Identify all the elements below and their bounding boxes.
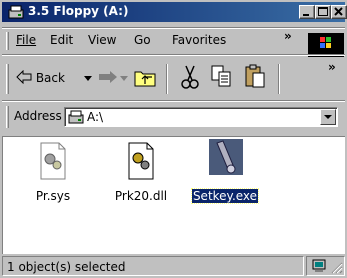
maximize-button[interactable]	[315, 5, 331, 19]
forward-arrow-icon[interactable]	[98, 70, 118, 84]
title-bar[interactable]: 3.5 Floppy (A:)	[2, 2, 347, 22]
back-button[interactable]: Back	[16, 69, 65, 85]
menu-file[interactable]: File	[16, 33, 36, 47]
maximize-icon	[318, 7, 328, 16]
address-value: A:\	[87, 110, 104, 124]
file-item-prk20-dll[interactable]: Prk20.dll	[103, 141, 179, 211]
minimize-icon	[303, 14, 309, 16]
system-file-icon	[40, 142, 66, 180]
menu-view[interactable]: View	[88, 33, 116, 47]
copy-icon[interactable]	[210, 64, 234, 90]
paste-icon[interactable]	[244, 64, 268, 90]
chevron-down-icon	[324, 115, 332, 119]
resize-grip-icon[interactable]	[331, 262, 343, 274]
address-input[interactable]: A:\	[64, 107, 338, 127]
menu-go-label: Go	[134, 33, 151, 47]
menu-bar: File Edit View Go Favorites »	[2, 29, 345, 57]
floppy-drive-icon	[8, 5, 24, 19]
file-name-text: Setkey.exe	[190, 188, 260, 204]
standard-toolbar: Back »	[2, 58, 345, 98]
floppy-drive-small-icon	[68, 110, 84, 124]
menu-view-label: View	[88, 33, 117, 47]
menu-divider-top	[2, 27, 345, 29]
file-name: Pr.sys	[15, 189, 91, 203]
menu-go[interactable]: Go	[134, 33, 151, 47]
menu-favorites[interactable]: Favorites	[172, 33, 226, 47]
menu-file-label: File	[16, 33, 37, 47]
file-item-pr-sys[interactable]: Pr.sys	[15, 141, 91, 211]
menu-grip[interactable]	[6, 32, 9, 50]
status-bar: 1 object(s) selected	[0, 254, 347, 278]
setkey-exe-icon	[209, 139, 243, 175]
explorer-window: 3.5 Floppy (A:) File Edit View Go Favori…	[0, 0, 347, 278]
minimize-button[interactable]	[299, 5, 315, 19]
file-item-setkey-exe[interactable]: Setkey.exe	[187, 139, 263, 211]
menu-favorites-label: Favorites	[172, 33, 227, 47]
status-zone-pane	[306, 256, 345, 276]
address-bar: Address A:\	[2, 104, 345, 130]
address-label: Address	[14, 109, 62, 123]
menu-edit-label: Edit	[50, 33, 74, 47]
toolbar-divider-top	[2, 54, 345, 56]
forward-dropdown-icon[interactable]	[120, 76, 128, 82]
cut-icon[interactable]	[178, 64, 202, 90]
toolbar-overflow-chevron[interactable]: »	[328, 60, 336, 74]
file-name: Prk20.dll	[103, 189, 179, 203]
back-dropdown-icon[interactable]	[84, 76, 92, 82]
address-divider-top	[2, 100, 345, 102]
back-arrow-icon	[16, 69, 32, 85]
file-list[interactable]: Pr.sys Prk20.dll Setkey.exe	[2, 136, 345, 254]
toolbar-separator	[166, 64, 168, 94]
toolbar-grip[interactable]	[6, 64, 9, 94]
back-button-label: Back	[35, 71, 65, 85]
address-dropdown-button[interactable]	[320, 109, 336, 125]
close-button[interactable]	[331, 5, 347, 19]
dll-file-icon	[128, 142, 154, 180]
close-icon	[334, 7, 343, 16]
address-grip[interactable]	[6, 106, 9, 128]
menu-overflow-chevron[interactable]: »	[284, 29, 292, 43]
status-text: 1 object(s) selected	[7, 260, 126, 274]
menu-edit[interactable]: Edit	[50, 33, 73, 47]
computer-icon	[312, 259, 326, 272]
status-pane: 1 object(s) selected	[2, 256, 304, 276]
file-name-text: Pr.sys	[35, 189, 71, 203]
toolbar-separator-2	[278, 64, 280, 94]
file-name-text: Prk20.dll	[114, 189, 168, 203]
window-title: 3.5 Floppy (A:)	[28, 4, 129, 18]
file-name: Setkey.exe	[187, 188, 263, 204]
up-folder-icon[interactable]	[132, 64, 158, 90]
